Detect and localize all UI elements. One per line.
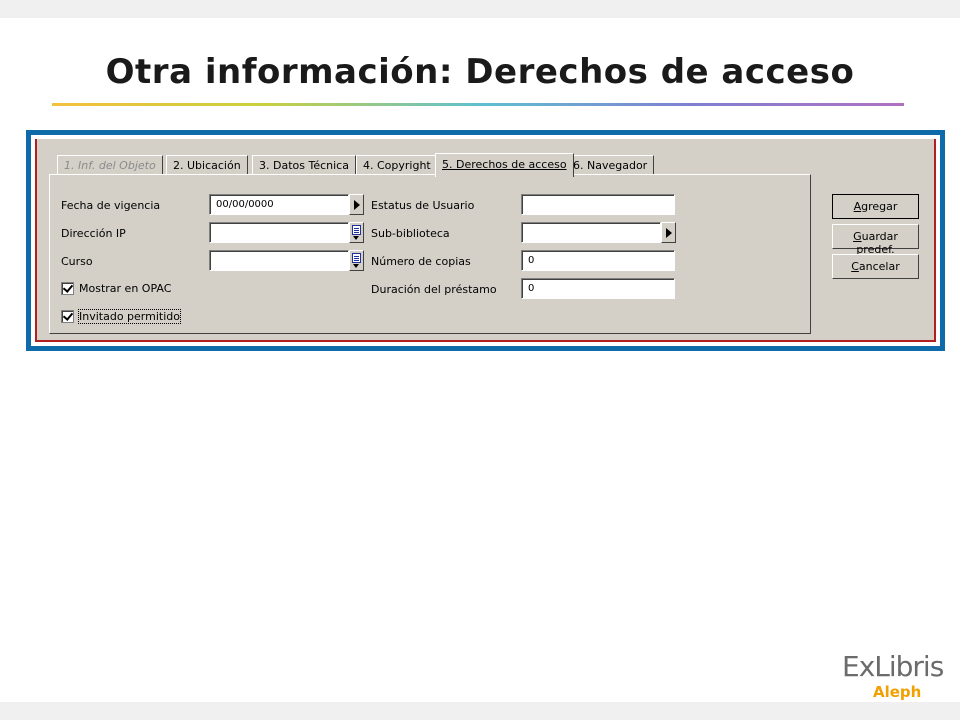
arrow-right-icon: [353, 199, 360, 210]
fecha-vigencia-label: Fecha de vigencia: [61, 199, 161, 212]
cancelar-button[interactable]: Cancelar: [832, 254, 919, 279]
guardar-predef-button[interactable]: Guardar predef.: [832, 224, 919, 256]
logo-product: Aleph: [873, 683, 922, 701]
invitado-permitido-checkbox[interactable]: [61, 310, 74, 323]
duracion-prestamo-field[interactable]: 0: [521, 278, 675, 299]
tab-datos-tecnica[interactable]: 3. Datos Técnica: [252, 155, 356, 175]
list-dropdown-icon: [352, 225, 361, 240]
numero-copias-label: Número de copias: [371, 255, 471, 268]
sub-biblioteca-field[interactable]: [521, 222, 661, 243]
exlibris-aleph-logo: ExLibris Aleph: [842, 650, 952, 704]
arrow-right-icon: [665, 227, 672, 238]
fecha-vigencia-arrow-button[interactable]: [349, 194, 364, 215]
title-divider: [52, 103, 904, 106]
curso-list-button[interactable]: [349, 250, 364, 271]
curso-field[interactable]: [209, 250, 349, 271]
tab-derechos-acceso[interactable]: 5. Derechos de acceso: [435, 153, 574, 177]
duracion-prestamo-label: Duración del préstamo: [371, 283, 497, 296]
bottom-band: [0, 702, 960, 720]
top-band: [0, 0, 960, 18]
numero-copias-field[interactable]: 0: [521, 250, 675, 271]
slide-title: Otra información: Derechos de acceso: [105, 52, 855, 92]
logo-brand: ExLibris: [842, 650, 944, 683]
mostrar-opac-checkbox[interactable]: [61, 282, 74, 295]
curso-label: Curso: [61, 255, 93, 268]
direccion-ip-field[interactable]: [209, 222, 349, 243]
sub-biblioteca-label: Sub-biblioteca: [371, 227, 450, 240]
screenshot-frame: 1. Inf. del Objeto 2. Ubicación 3. Datos…: [26, 130, 945, 351]
sub-biblioteca-arrow-button[interactable]: [661, 222, 676, 243]
fecha-vigencia-field[interactable]: 00/00/0000: [209, 194, 349, 215]
estatus-usuario-label: Estatus de Usuario: [371, 199, 475, 212]
tab-navegador[interactable]: 6. Navegador: [566, 155, 655, 175]
tab-inf-objeto[interactable]: 1. Inf. del Objeto: [57, 155, 163, 175]
invitado-permitido-label: Invitado permitido: [78, 309, 181, 324]
agregar-button[interactable]: Agregar: [832, 194, 919, 219]
access-rights-window: 1. Inf. del Objeto 2. Ubicación 3. Datos…: [35, 139, 936, 342]
tab-copyright[interactable]: 4. Copyright: [356, 155, 438, 175]
mostrar-opac-label: Mostrar en OPAC: [79, 282, 172, 295]
tab-ubicacion[interactable]: 2. Ubicación: [166, 155, 248, 175]
direccion-ip-label: Dirección IP: [61, 227, 126, 240]
estatus-usuario-field[interactable]: [521, 194, 675, 215]
list-dropdown-icon: [352, 253, 361, 268]
direccion-ip-list-button[interactable]: [349, 222, 364, 243]
